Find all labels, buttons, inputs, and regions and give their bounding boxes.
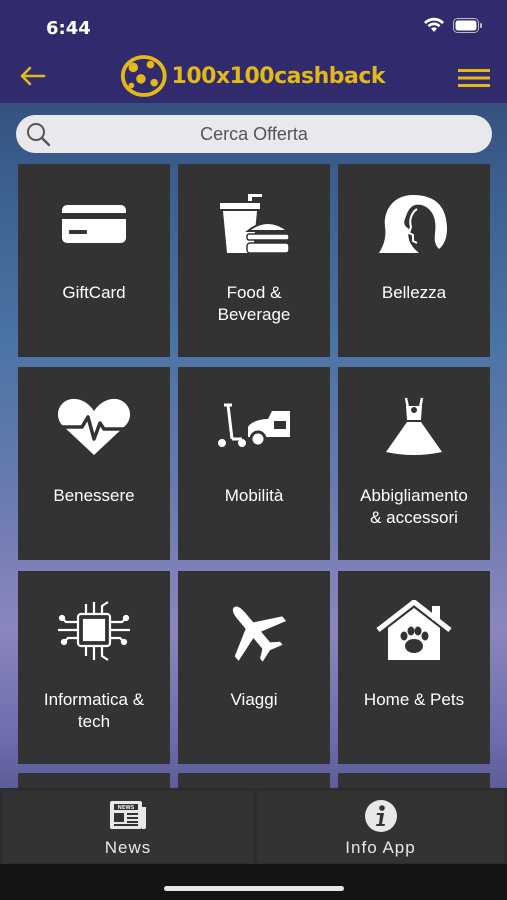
home-indicator-area (0, 864, 507, 900)
dress-icon (338, 387, 490, 467)
category-label: Food & Beverage (217, 283, 291, 324)
category-tile-bellezza[interactable]: Bellezza (338, 164, 490, 357)
heart-pulse-icon (18, 387, 170, 467)
credit-card-icon (18, 184, 170, 264)
category-label: Informatica & tech (43, 690, 145, 731)
info-icon (364, 800, 397, 832)
tab-label: Info App (345, 838, 416, 857)
category-tile-mobilita[interactable]: Mobilità (178, 367, 330, 560)
circuit-chip-icon (18, 591, 170, 671)
category-label: GiftCard (62, 283, 126, 302)
battery-icon (453, 17, 482, 33)
scooter-car-icon (178, 387, 330, 467)
app-header: 6:44 100x100cashback (0, 0, 507, 103)
category-tile-food-beverage[interactable]: Food & Beverage (178, 164, 330, 357)
category-label: Bellezza (381, 283, 447, 302)
category-label: Viaggi (230, 690, 278, 709)
category-tile-giftcard[interactable]: GiftCard (18, 164, 170, 357)
category-tile-home-pets[interactable]: Home & Pets (338, 571, 490, 764)
category-tile-abbigliamento[interactable]: Abbigliamento & accessori (338, 367, 490, 560)
airplane-icon (178, 591, 330, 671)
status-time: 6:44 (46, 18, 91, 39)
logo-text: 100x100cashback (171, 63, 386, 89)
tab-label: News (104, 838, 152, 857)
search-input[interactable]: Cerca Offerta (16, 115, 492, 153)
category-tile-informatica[interactable]: Informatica & tech (18, 571, 170, 764)
app-logo: 100x100cashback (120, 52, 386, 100)
search-placeholder: Cerca Offerta (200, 124, 308, 144)
back-arrow-icon[interactable] (18, 64, 46, 88)
hamburger-menu-icon[interactable] (458, 67, 490, 89)
tab-news[interactable]: NEWS News (3, 791, 253, 863)
category-tile-benessere[interactable]: Benessere (18, 367, 170, 560)
category-label: Home & Pets (363, 690, 465, 709)
woman-profile-icon (338, 184, 490, 264)
category-label: Benessere (53, 486, 135, 505)
home-indicator[interactable] (164, 886, 344, 891)
coin-logo-icon (120, 55, 167, 97)
tab-info-app[interactable]: Info App (257, 791, 504, 863)
category-tile-viaggi[interactable]: Viaggi (178, 571, 330, 764)
category-label: Mobilità (224, 486, 284, 505)
newspaper-icon: NEWS (110, 801, 146, 829)
fast-food-icon (178, 184, 330, 264)
house-paw-icon (338, 591, 490, 671)
wifi-icon (424, 17, 444, 32)
svg-text:NEWS: NEWS (118, 805, 135, 811)
status-bar-icons (423, 17, 483, 33)
category-label: Abbigliamento & accessori (360, 486, 468, 527)
